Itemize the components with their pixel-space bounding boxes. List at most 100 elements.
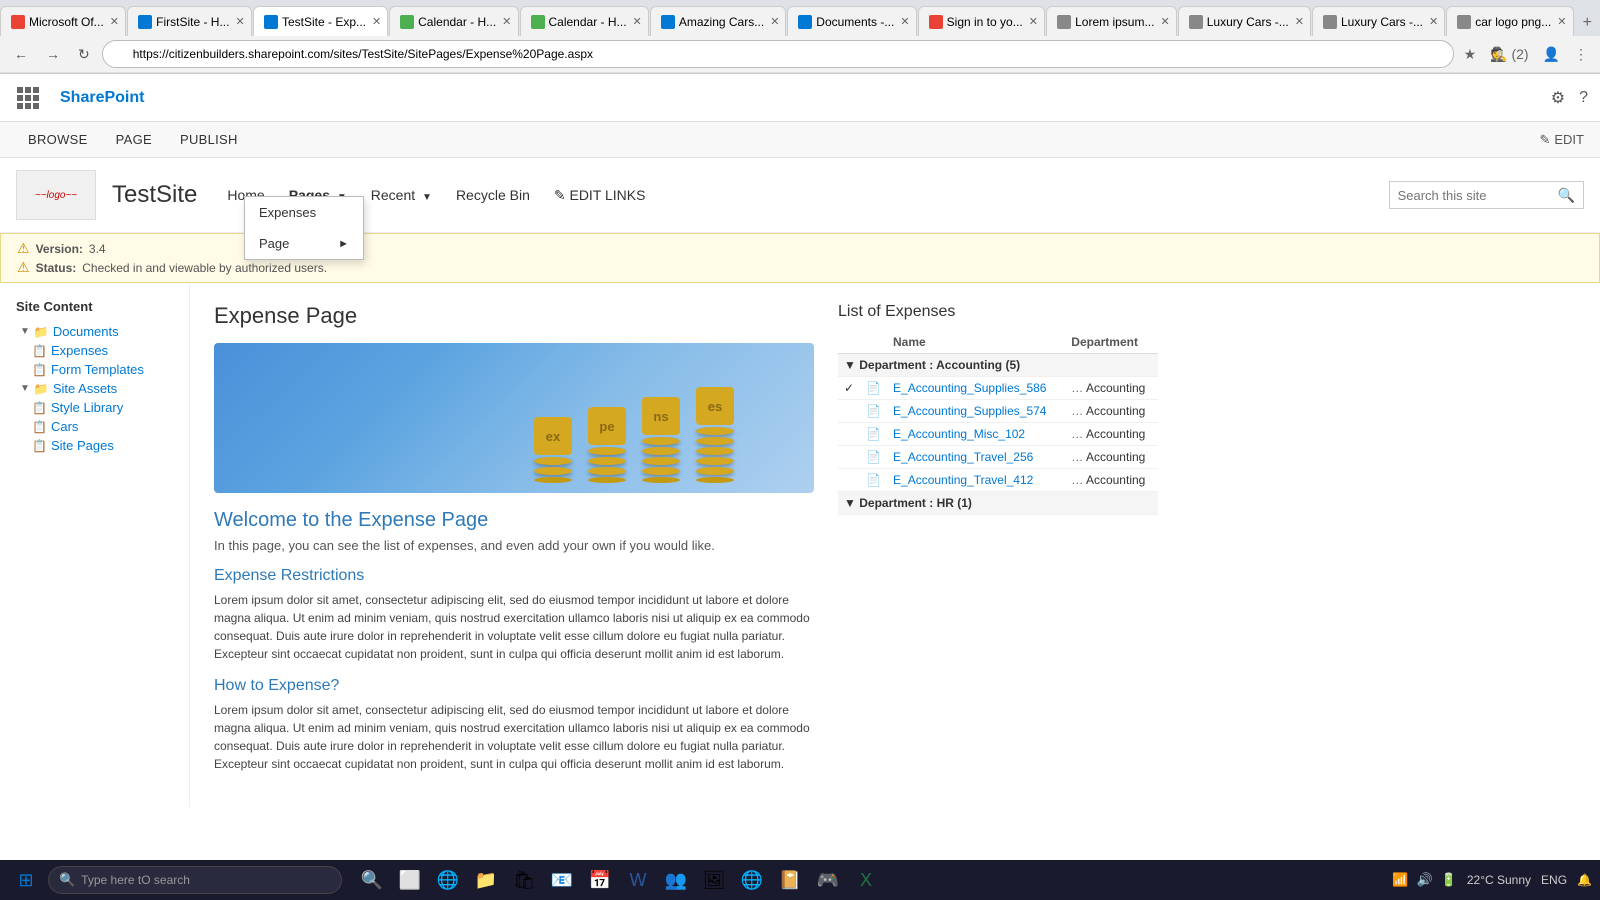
row4-check[interactable] — [838, 446, 860, 469]
row1-check[interactable]: ✓ — [838, 377, 860, 400]
site-search-icon[interactable]: 🔍 — [1558, 187, 1575, 204]
taskbar-app-store[interactable]: 🛍 — [506, 862, 542, 898]
sidebar-item-cars[interactable]: 📋 Cars — [16, 417, 173, 436]
taskbar-app-gamepad[interactable]: 🎮 — [810, 862, 846, 898]
ribbon-browse[interactable]: BROWSE — [16, 126, 100, 153]
tray-network-icon[interactable]: 📶 — [1392, 872, 1408, 888]
taskbar-app-chrome[interactable]: 🌐 — [734, 862, 770, 898]
dept-header-hr[interactable]: ▼ Department : HR (1) — [838, 492, 1158, 515]
taskbar-search-text[interactable]: Type here tO search — [81, 873, 190, 887]
tab-close-9[interactable]: ✕ — [1160, 15, 1169, 28]
site-search-box[interactable]: 🔍 — [1389, 181, 1584, 209]
dept-hr-collapse-icon[interactable]: ▼ — [844, 496, 856, 510]
sidebar-item-style-library[interactable]: 📋 Style Library — [16, 398, 173, 417]
tab-close-4[interactable]: ✕ — [502, 15, 511, 28]
row3-more[interactable]: … — [1071, 427, 1083, 441]
tree-toggle-documents[interactable]: ▼ — [20, 326, 30, 337]
tab-7[interactable]: Documents -... ✕ — [787, 6, 916, 36]
taskbar-app-onenote[interactable]: 📔 — [772, 862, 808, 898]
row2-check[interactable] — [838, 400, 860, 423]
ribbon-publish[interactable]: PUBLISH — [168, 126, 250, 153]
nav-edit-links[interactable]: ✎ EDIT LINKS — [544, 181, 656, 210]
row4-more[interactable]: … — [1071, 450, 1083, 464]
row1-name[interactable]: E_Accounting_Supplies_586 — [887, 377, 1065, 400]
row5-check[interactable] — [838, 469, 860, 492]
tab-close-12[interactable]: ✕ — [1557, 15, 1566, 28]
taskbar-app-calendar[interactable]: 📅 — [582, 862, 618, 898]
new-tab-button[interactable]: + — [1575, 10, 1600, 36]
start-button[interactable]: ⊞ — [8, 862, 44, 898]
settings-gear-icon[interactable]: ⚙ — [1551, 88, 1565, 108]
waffle-menu[interactable] — [12, 82, 44, 114]
taskbar-app-word[interactable]: W — [620, 862, 656, 898]
site-search-input[interactable] — [1398, 188, 1558, 203]
tab-close-2[interactable]: ✕ — [235, 15, 244, 28]
row5-more[interactable]: … — [1071, 473, 1083, 487]
taskbar-apps: 🔍 ⬜ 🌐 📁 🛍 📧 📅 W 👥 🖼 🌐 📔 🎮 X — [354, 862, 884, 898]
row2-more[interactable]: … — [1071, 404, 1083, 418]
nav-recent[interactable]: Recent ▼ — [361, 181, 442, 209]
tab-close-3[interactable]: ✕ — [372, 15, 381, 28]
taskbar-app-edge[interactable]: 🌐 — [430, 862, 466, 898]
tab-close-5[interactable]: ✕ — [633, 15, 642, 28]
taskbar-search-box[interactable]: 🔍 Type here tO search — [48, 866, 342, 894]
sidebar-item-documents[interactable]: ▼ 📁 Documents — [16, 322, 173, 341]
help-icon[interactable]: ? — [1579, 89, 1588, 107]
taskbar-app-search[interactable]: 🔍 — [354, 862, 390, 898]
tab-close-8[interactable]: ✕ — [1029, 15, 1038, 28]
row4-name[interactable]: E_Accounting_Travel_256 — [887, 446, 1065, 469]
version-value: 3.4 — [89, 242, 106, 256]
taskbar-app-teams[interactable]: 👥 — [658, 862, 694, 898]
dept-header-accounting[interactable]: ▼ Department : Accounting (5) — [838, 354, 1158, 377]
settings-icon[interactable]: ⋮ — [1570, 44, 1592, 65]
tab-9[interactable]: Lorem ipsum... ✕ — [1046, 6, 1177, 36]
tab-close-11[interactable]: ✕ — [1429, 15, 1438, 28]
edit-button[interactable]: ✎ EDIT — [1539, 132, 1584, 148]
tab-8[interactable]: Sign in to yo... ✕ — [918, 6, 1045, 36]
row3-name[interactable]: E_Accounting_Misc_102 — [887, 423, 1065, 446]
tray-battery-icon[interactable]: 🔋 — [1441, 872, 1457, 888]
tab-3[interactable]: TestSite - Exp... ✕ — [253, 6, 388, 36]
taskbar-app-taskview[interactable]: ⬜ — [392, 862, 428, 898]
ribbon-page[interactable]: PAGE — [104, 126, 164, 153]
tab-close-10[interactable]: ✕ — [1295, 15, 1304, 28]
tray-volume-icon[interactable]: 🔊 — [1416, 872, 1432, 888]
taskbar-app-photos[interactable]: 🖼 — [696, 862, 732, 898]
tab-5[interactable]: Calendar - H... ✕ — [520, 6, 649, 36]
tab-1[interactable]: Microsoft Of... ✕ — [0, 6, 126, 36]
tab-11[interactable]: Luxury Cars -... ✕ — [1312, 6, 1445, 36]
forward-button[interactable]: → — [40, 42, 66, 66]
tab-close-7[interactable]: ✕ — [900, 15, 909, 28]
taskbar-app-explorer[interactable]: 📁 — [468, 862, 504, 898]
taskbar-notification-icon[interactable]: 🔔 — [1577, 873, 1592, 887]
dept-collapse-icon[interactable]: ▼ — [844, 358, 856, 372]
dropdown-item-page[interactable]: Page ► — [245, 228, 363, 259]
tab-10[interactable]: Luxury Cars -... ✕ — [1178, 6, 1311, 36]
tab-6[interactable]: Amazing Cars... ✕ — [650, 6, 786, 36]
reload-button[interactable]: ↻ — [72, 42, 96, 67]
tree-toggle-site-assets[interactable]: ▼ — [20, 383, 30, 394]
sidebar-item-site-pages[interactable]: 📋 Site Pages — [16, 436, 173, 455]
taskbar-app-excel[interactable]: X — [848, 862, 884, 898]
tab-12[interactable]: car logo png... ✕ — [1446, 6, 1573, 36]
profile-icon[interactable]: 👤 — [1539, 44, 1564, 65]
row3-check[interactable] — [838, 423, 860, 446]
windows-taskbar: ⊞ 🔍 Type here tO search 🔍 ⬜ 🌐 📁 🛍 📧 📅 W … — [0, 860, 1600, 900]
coin-stack-pe: pe — [588, 407, 626, 483]
dropdown-item-expenses[interactable]: Expenses — [245, 197, 363, 228]
nav-recycle-bin[interactable]: Recycle Bin — [446, 181, 540, 209]
tab-close-1[interactable]: ✕ — [110, 15, 119, 28]
back-button[interactable]: ← — [8, 42, 34, 66]
row5-name[interactable]: E_Accounting_Travel_412 — [887, 469, 1065, 492]
tab-2[interactable]: FirstSite - H... ✕ — [127, 6, 252, 36]
sidebar-item-expenses[interactable]: 📋 Expenses — [16, 341, 173, 360]
taskbar-app-mail[interactable]: 📧 — [544, 862, 580, 898]
sidebar-item-site-assets[interactable]: ▼ 📁 Site Assets — [16, 379, 173, 398]
address-input[interactable] — [102, 40, 1454, 68]
sidebar-item-form-templates[interactable]: 📋 Form Templates — [16, 360, 173, 379]
row1-more[interactable]: … — [1071, 381, 1083, 395]
tab-close-6[interactable]: ✕ — [770, 15, 779, 28]
row2-name[interactable]: E_Accounting_Supplies_574 — [887, 400, 1065, 423]
tab-4[interactable]: Calendar - H... ✕ — [389, 6, 518, 36]
bookmark-icon[interactable]: ★ — [1460, 44, 1481, 65]
